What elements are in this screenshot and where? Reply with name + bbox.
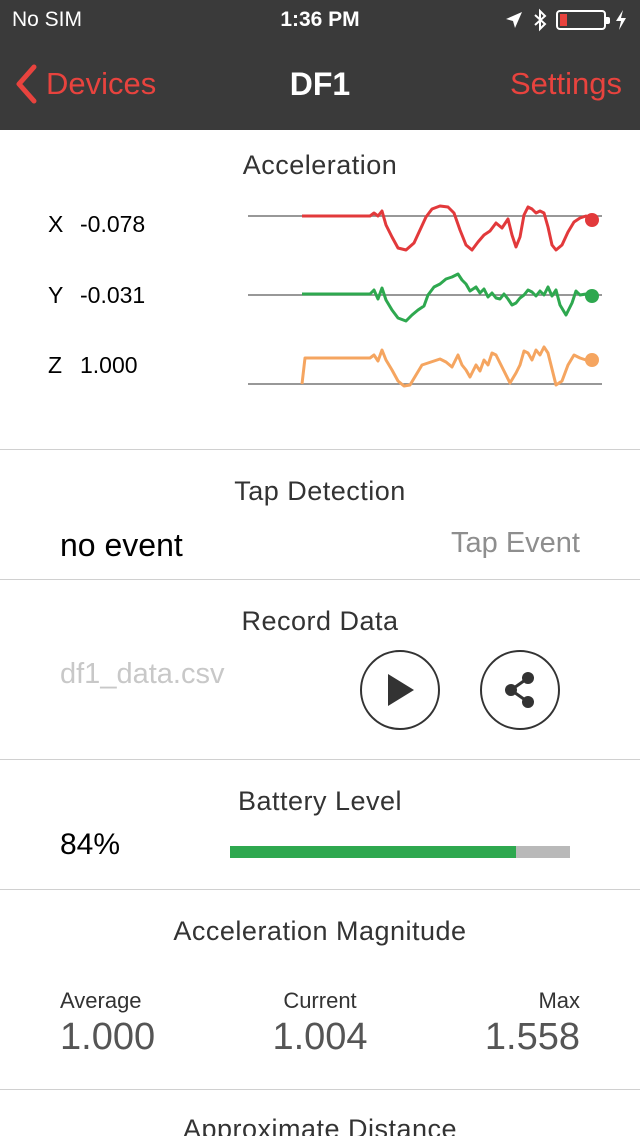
tap-status-value: no event [60, 527, 183, 563]
y-axis-value: -0.031 [80, 282, 146, 308]
current-label: Current [283, 988, 357, 1013]
battery-level-title: Battery Level [237, 786, 403, 816]
charging-bolt-icon [616, 10, 626, 30]
bluetooth-icon [534, 8, 547, 32]
settings-button[interactable]: Settings [510, 66, 622, 102]
average-label: Average [60, 988, 142, 1013]
location-arrow-icon [506, 12, 522, 28]
divider [0, 1089, 640, 1090]
record-data-title: Record Data [241, 606, 399, 636]
tap-event-label: Tap Event [451, 527, 580, 559]
y-series-line [302, 272, 593, 323]
average-column: Average 1.000 [60, 988, 155, 1059]
battery-percent: 84% [60, 828, 121, 861]
status-bar: No SIM 1:36 PM [0, 0, 640, 40]
acceleration-sparklines [248, 204, 602, 388]
z-axis-letter: Z [48, 352, 63, 378]
z-axis-value: 1.000 [80, 352, 138, 378]
z-series-line [300, 345, 592, 388]
divider [0, 889, 640, 890]
max-value: 1.558 [484, 1016, 580, 1058]
x-axis-value: -0.078 [80, 211, 146, 237]
battery-icon [556, 10, 610, 30]
max-label: Max [538, 988, 580, 1013]
battery-progress-bar [230, 846, 570, 858]
z-series-current-point [585, 353, 599, 367]
play-icon [388, 674, 414, 706]
max-column: Max 1.558 [485, 988, 580, 1059]
acceleration-title: Acceleration [242, 150, 398, 180]
x-axis-letter: X [48, 211, 64, 237]
play-button[interactable] [360, 650, 440, 730]
x-axis-readout: X -0.078 [48, 211, 145, 238]
divider [0, 759, 640, 760]
approximate-distance-title: Approximate Distance [182, 1114, 458, 1136]
x-series-line [302, 204, 593, 252]
acceleration-magnitude-title: Acceleration Magnitude [173, 916, 467, 946]
y-axis-letter: Y [48, 282, 64, 308]
tap-detection-title: Tap Detection [234, 476, 406, 506]
divider [0, 579, 640, 580]
navigation-bar: Devices DF1 Settings [0, 40, 640, 130]
x-series-current-point [585, 213, 599, 227]
divider [0, 449, 640, 450]
current-column: Current 1.004 [200, 988, 440, 1059]
z-axis-readout: Z 1.000 [48, 352, 138, 379]
y-series-current-point [585, 289, 599, 303]
average-value: 1.000 [60, 1016, 156, 1058]
share-icon [505, 672, 534, 708]
filename-field[interactable]: df1_data.csv [60, 658, 224, 691]
current-value: 1.004 [272, 1016, 368, 1058]
status-icons [504, 6, 628, 34]
y-axis-readout: Y -0.031 [48, 282, 145, 309]
share-button[interactable] [480, 650, 560, 730]
battery-progress-fill [230, 846, 516, 858]
